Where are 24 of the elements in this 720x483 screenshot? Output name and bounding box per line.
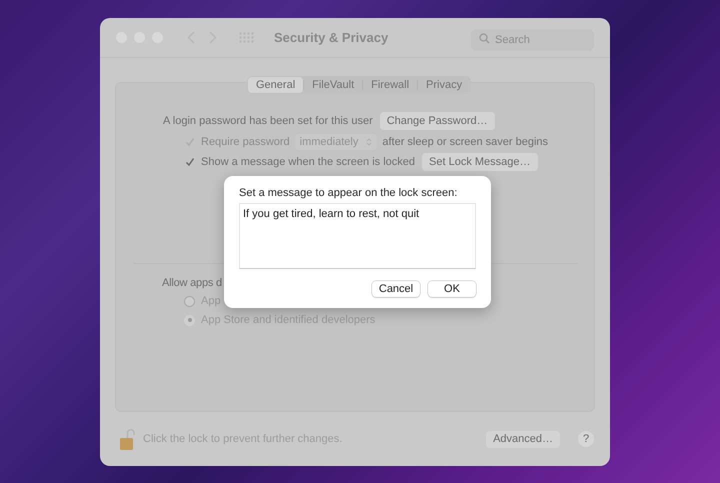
stepper-icon (366, 137, 372, 147)
tab[interactable]: General (248, 77, 304, 93)
tab[interactable]: Privacy (418, 77, 470, 93)
dialog-button[interactable]: Cancel (372, 281, 420, 297)
tab[interactable]: FileVault (304, 77, 362, 93)
set-lock-message-button[interactable]: Set Lock Message… (422, 153, 538, 171)
window-title: Security & Privacy (274, 28, 390, 47)
message-text-area[interactable]: If you get tired, learn to rest, not quit (239, 203, 476, 269)
change-password-button[interactable]: Change Password… (380, 112, 495, 130)
dialog-button[interactable]: OK (428, 281, 476, 297)
dialog-prompt: Set a message to appear on the lock screen: (239, 186, 458, 201)
radio-button[interactable] (184, 296, 195, 306)
require-password-label: Require password (201, 134, 290, 150)
search-icon (479, 32, 490, 44)
help-button[interactable]: ? (578, 431, 594, 447)
require-password-suffix: after sleep or screen saver begins (382, 134, 548, 150)
unlocked-padlock-icon[interactable] (119, 428, 135, 450)
allow-apps-label: Allow apps d (162, 277, 222, 289)
checkbox[interactable] (184, 156, 196, 168)
password-status-text: A login password has been set for this user (163, 114, 373, 129)
radio-button[interactable] (184, 314, 195, 326)
tab[interactable]: Firewall (363, 77, 418, 93)
show-message-label: Show a message when the screen is locked (201, 154, 416, 170)
advanced-button[interactable]: Advanced… (486, 430, 560, 448)
